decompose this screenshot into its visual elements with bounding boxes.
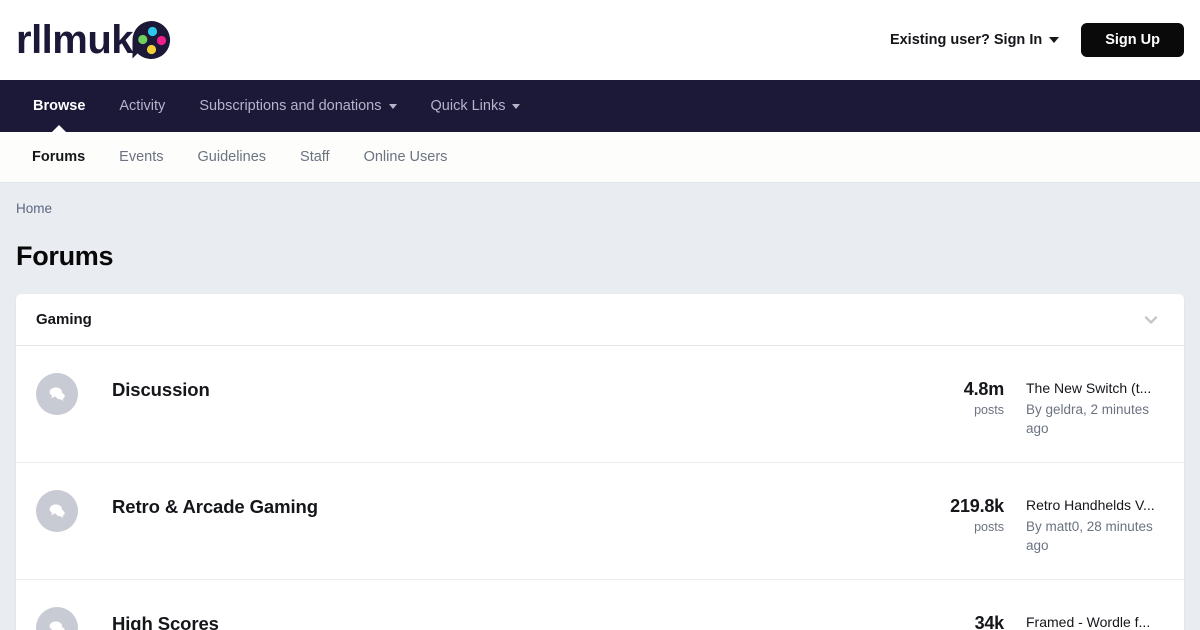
posts-label: posts bbox=[912, 520, 1004, 534]
nav-item-quick-links-label: Quick Links bbox=[431, 98, 506, 114]
forum-stats: 4.8m posts bbox=[912, 370, 1008, 417]
forum-info: Retro & Arcade Gaming bbox=[78, 487, 912, 518]
last-post: Retro Handhelds V... By matt0, 28 minute… bbox=[1008, 487, 1162, 555]
nav-item-activity-label: Activity bbox=[119, 98, 165, 114]
sign-in-link[interactable]: Existing user? Sign In bbox=[890, 32, 1059, 48]
nav-item-browse-label: Browse bbox=[33, 98, 85, 114]
last-post: Framed - Wordle f... By Loik V credern, … bbox=[1008, 604, 1162, 630]
primary-navigation: Browse Activity Subscriptions and donati… bbox=[0, 80, 1200, 132]
subnav-item-staff[interactable]: Staff bbox=[283, 132, 347, 183]
last-post-meta: By geldra, 2 minutes ago bbox=[1026, 401, 1162, 438]
forum-row[interactable]: Discussion 4.8m posts The New Switch (t.… bbox=[16, 346, 1184, 463]
forum-info: High Scores bbox=[78, 604, 912, 630]
subnav-item-online-users[interactable]: Online Users bbox=[347, 132, 465, 183]
nav-item-activity[interactable]: Activity bbox=[102, 80, 182, 132]
chevron-down-icon bbox=[1049, 37, 1059, 43]
subnav-item-forums[interactable]: Forums bbox=[16, 132, 102, 183]
logo-wordmark: rllmuk bbox=[16, 20, 133, 60]
comment-bubbles-icon bbox=[36, 607, 78, 630]
forum-row[interactable]: Retro & Arcade Gaming 219.8k posts Retro… bbox=[16, 463, 1184, 580]
comment-bubbles-icon bbox=[36, 490, 78, 532]
posts-count: 219.8k bbox=[912, 496, 1004, 517]
last-post-meta: By matt0, 28 minutes ago bbox=[1026, 518, 1162, 555]
last-post: The New Switch (t... By geldra, 2 minute… bbox=[1008, 370, 1162, 438]
subnav-item-guidelines[interactable]: Guidelines bbox=[181, 132, 284, 183]
forum-stats: 219.8k posts bbox=[912, 487, 1008, 534]
secondary-navigation: Forums Events Guidelines Staff Online Us… bbox=[0, 132, 1200, 183]
category-title: Gaming bbox=[36, 311, 92, 328]
chevron-down-icon[interactable] bbox=[1140, 309, 1162, 331]
forum-stats: 34k posts bbox=[912, 604, 1008, 630]
forum-title-link[interactable]: High Scores bbox=[112, 613, 219, 630]
sign-up-button[interactable]: Sign Up bbox=[1081, 23, 1184, 57]
subnav-item-events[interactable]: Events bbox=[102, 132, 180, 183]
rllmuk-dots-logo-icon bbox=[129, 18, 173, 62]
nav-item-quick-links[interactable]: Quick Links bbox=[414, 80, 538, 132]
site-header: rllmuk Existing user? Sign In Sign Up bbox=[0, 0, 1200, 80]
posts-label: posts bbox=[912, 403, 1004, 417]
last-post-title-link[interactable]: The New Switch (t... bbox=[1026, 379, 1162, 398]
forum-title-link[interactable]: Discussion bbox=[112, 379, 210, 400]
forum-row[interactable]: High Scores 34k posts Framed - Wordle f.… bbox=[16, 580, 1184, 630]
forum-category-card: Gaming Discussion 4.8m posts The New Swi… bbox=[16, 294, 1184, 630]
posts-count: 34k bbox=[912, 613, 1004, 630]
sign-in-label: Existing user? Sign In bbox=[890, 32, 1042, 48]
comment-bubbles-icon bbox=[36, 373, 78, 415]
chevron-down-icon bbox=[512, 104, 520, 109]
page-title: Forums bbox=[0, 231, 1200, 272]
last-post-title-link[interactable]: Framed - Wordle f... bbox=[1026, 613, 1162, 630]
posts-count: 4.8m bbox=[912, 379, 1004, 400]
forum-title-link[interactable]: Retro & Arcade Gaming bbox=[112, 496, 318, 517]
breadcrumb-item-home[interactable]: Home bbox=[16, 201, 52, 216]
last-post-title-link[interactable]: Retro Handhelds V... bbox=[1026, 496, 1162, 515]
chevron-down-icon bbox=[389, 104, 397, 109]
forum-info: Discussion bbox=[78, 370, 912, 401]
nav-item-subscriptions-label: Subscriptions and donations bbox=[199, 98, 381, 114]
nav-item-browse[interactable]: Browse bbox=[16, 80, 102, 132]
category-header: Gaming bbox=[16, 294, 1184, 346]
header-actions: Existing user? Sign In Sign Up bbox=[890, 23, 1184, 57]
breadcrumb: Home bbox=[0, 183, 1200, 231]
nav-item-subscriptions-and-donations[interactable]: Subscriptions and donations bbox=[182, 80, 413, 132]
site-logo[interactable]: rllmuk bbox=[16, 18, 173, 62]
